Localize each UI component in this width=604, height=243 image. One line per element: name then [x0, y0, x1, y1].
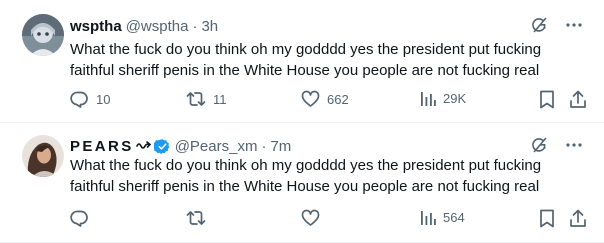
grok-icon[interactable]	[530, 136, 548, 154]
tweet-actions: 10 11 662 29K	[70, 90, 586, 110]
avatar[interactable]	[22, 135, 64, 177]
share-icon	[569, 90, 587, 109]
grok-icon[interactable]	[530, 16, 548, 34]
avatar[interactable]	[22, 14, 64, 56]
more-icon[interactable]	[566, 143, 582, 147]
bookmark-button[interactable]	[539, 90, 555, 109]
header-icons	[530, 16, 582, 34]
heart-icon	[301, 209, 320, 227]
verified-badge-icon[interactable]	[153, 138, 171, 155]
views-button[interactable]: 564	[420, 209, 465, 226]
reply-button[interactable]: 10	[70, 90, 110, 109]
tweet-header: PEARS @Pears_xm · 7m	[70, 136, 291, 156]
bookmark-icon	[539, 90, 555, 109]
tweet-actions: 564	[70, 209, 586, 229]
like-count: 662	[327, 91, 349, 107]
retweet-button[interactable]: 11	[186, 90, 227, 108]
tweet[interactable]: PEARS @Pears_xm · 7m What the fuck do yo…	[0, 123, 604, 243]
tweet[interactable]: wsptha @wsptha · 3h What the fuck do you…	[0, 0, 604, 123]
tweet-header: wsptha @wsptha · 3h	[70, 16, 218, 36]
header-icons	[530, 136, 582, 154]
like-button[interactable]: 662	[301, 90, 349, 108]
tweet-text: What the fuck do you think oh my godddd …	[70, 41, 542, 79]
reply-icon	[70, 90, 89, 109]
share-button[interactable]	[569, 209, 587, 228]
retweet-button[interactable]	[186, 209, 213, 227]
share-icon	[569, 209, 587, 228]
display-name[interactable]: PEARS	[70, 138, 134, 155]
bookmark-icon	[539, 209, 555, 228]
separator-dot: ·	[192, 17, 198, 35]
tweet-text: What the fuck do you think oh my godddd …	[70, 157, 542, 195]
more-icon[interactable]	[566, 23, 582, 27]
views-count: 29K	[443, 91, 467, 106]
like-button[interactable]	[301, 209, 327, 227]
heart-icon	[301, 90, 320, 108]
views-button[interactable]: 29K	[420, 90, 466, 107]
retweet-icon	[186, 90, 206, 108]
reply-button[interactable]	[70, 209, 96, 228]
views-icon	[420, 209, 436, 226]
share-button[interactable]	[569, 90, 587, 109]
views-count: 564	[443, 210, 465, 225]
user-handle[interactable]: @Pears_xm	[175, 138, 258, 155]
views-icon	[420, 90, 436, 107]
display-name[interactable]: wsptha	[70, 18, 122, 35]
timestamp[interactable]: 3h	[201, 18, 218, 35]
reply-count: 10	[96, 92, 111, 107]
timestamp[interactable]: 7m	[270, 138, 291, 155]
retweet-count: 11	[213, 91, 227, 107]
separator-dot: ·	[261, 137, 267, 155]
bookmark-button[interactable]	[539, 209, 555, 228]
retweet-icon	[186, 209, 206, 227]
squiggle-emoji-icon	[135, 140, 151, 152]
user-handle[interactable]: @wsptha	[126, 18, 189, 35]
reply-icon	[70, 209, 89, 228]
